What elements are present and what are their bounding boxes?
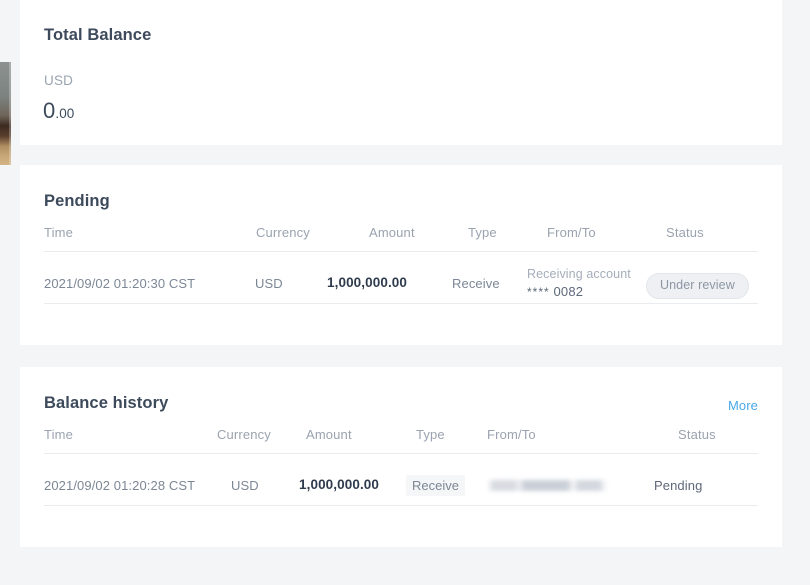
- history-table-header: Time Currency Amount Type From/To Status: [44, 427, 758, 453]
- pending-card: Pending Time Currency Amount Type From/T…: [20, 165, 782, 345]
- pending-table: Time Currency Amount Type From/To Status…: [44, 225, 758, 251]
- cell-type: Receive: [406, 475, 465, 496]
- column-header-currency: Currency: [217, 427, 271, 442]
- cell-currency: USD: [231, 478, 259, 493]
- status-badge: Under review: [646, 273, 749, 299]
- table-row[interactable]: 2021/09/02 01:20:30 CST USD 1,000,000.00…: [44, 263, 758, 315]
- table-row[interactable]: 2021/09/02 01:20:28 CST USD 1,000,000.00…: [44, 465, 758, 517]
- balance-history-card: Balance history More Time Currency Amoun…: [20, 367, 782, 547]
- balance-history-table: Time Currency Amount Type From/To Status…: [44, 427, 758, 453]
- table-header-divider: [44, 251, 758, 252]
- pending-section-title: Pending: [44, 192, 110, 211]
- cell-amount: 1,000,000.00: [327, 275, 407, 290]
- cell-from-to-redacted: [487, 480, 609, 491]
- from-to-account: **** 0082: [527, 284, 631, 299]
- more-link[interactable]: More: [728, 398, 758, 413]
- from-to-last4: 0082: [554, 284, 584, 299]
- column-header-from-to: From/To: [487, 427, 536, 442]
- balance-page: Total Balance USD 0.00 Pending Time Curr…: [0, 0, 810, 585]
- balance-amount-decimal: .00: [55, 106, 74, 121]
- column-header-status: Status: [666, 225, 704, 240]
- from-to-mask: ****: [527, 285, 550, 299]
- column-header-amount: Amount: [306, 427, 352, 442]
- column-header-from-to: From/To: [547, 225, 596, 240]
- cell-type: Receive: [452, 276, 500, 291]
- total-balance-card: Total Balance USD 0.00: [20, 0, 782, 145]
- pending-table-header: Time Currency Amount Type From/To Status: [44, 225, 758, 251]
- balance-amount-value: 0.00: [43, 98, 74, 124]
- balance-currency-label: USD: [44, 73, 73, 88]
- cell-amount: 1,000,000.00: [299, 477, 379, 492]
- from-to-label: Receiving account: [527, 267, 631, 281]
- column-header-amount: Amount: [369, 225, 415, 240]
- column-header-status: Status: [678, 427, 716, 442]
- column-header-type: Type: [468, 225, 497, 240]
- balance-history-section-title: Balance history: [44, 394, 168, 413]
- cell-currency: USD: [255, 276, 283, 291]
- column-header-time: Time: [44, 427, 73, 442]
- cropped-thumbnail-image: [0, 62, 11, 165]
- table-row-divider: [44, 303, 758, 304]
- cell-status: Pending: [654, 478, 702, 493]
- cell-from-to: Receiving account **** 0082: [527, 267, 631, 299]
- table-row-divider: [44, 505, 758, 506]
- cell-time: 2021/09/02 01:20:28 CST: [44, 478, 195, 493]
- column-header-type: Type: [416, 427, 445, 442]
- cell-time: 2021/09/02 01:20:30 CST: [44, 276, 195, 291]
- column-header-currency: Currency: [256, 225, 310, 240]
- column-header-time: Time: [44, 225, 73, 240]
- balance-amount-integer: 0: [43, 98, 55, 123]
- table-header-divider: [44, 453, 758, 454]
- page-title: Total Balance: [44, 26, 151, 45]
